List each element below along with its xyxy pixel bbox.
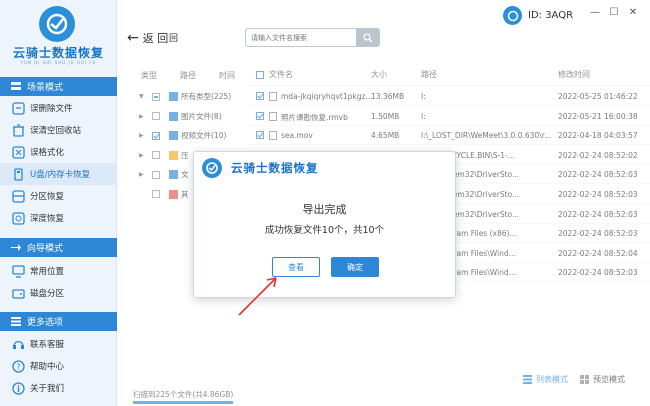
menu-icon xyxy=(10,317,21,326)
sidebar-item-label: 磁盘分区 xyxy=(30,289,65,299)
sidebar-item-label: 分区恢复 xyxy=(30,192,65,202)
app-name: 云骑士数据恢复 xyxy=(12,46,104,60)
monitor-icon xyxy=(11,264,25,278)
dialog-app-name: 云骑士数据恢复 xyxy=(231,161,319,175)
scene-mode-icon xyxy=(10,82,21,91)
sidebar-item-label: U盘/内存卡恢复 xyxy=(30,170,91,180)
app-name-pinyin: YUN QI SHI SHU JU HUI FU xyxy=(20,60,97,65)
dialog-title-bar: 云骑士数据恢复 xyxy=(194,152,455,185)
back-button[interactable]: ← 返 回 xyxy=(127,30,168,46)
usb-drive-icon xyxy=(11,167,25,181)
format-icon xyxy=(11,145,25,159)
sidebar-item-label: 常用位置 xyxy=(30,267,65,277)
sidebar: 云骑士数据恢复 YUN QI SHI SHU JU HUI FU 场景模式 误删… xyxy=(0,0,117,406)
deep-scan-icon xyxy=(11,211,25,225)
back-label: 返 回 xyxy=(142,32,169,45)
user-avatar-icon xyxy=(503,6,522,25)
top-bar: ← 返 回 回 ID: 3AQR — ☐ ✕ xyxy=(117,0,650,58)
app-logo: 云骑士数据恢复 YUN QI SHI SHU JU HUI FU xyxy=(0,0,117,68)
maximize-button[interactable]: ☐ xyxy=(607,7,621,18)
search-button[interactable] xyxy=(356,29,379,46)
sidebar-item-partition-recovery[interactable]: 分区恢复 xyxy=(0,185,117,207)
minimize-button[interactable]: — xyxy=(588,7,602,18)
sidebar-item-help-center[interactable]: ? 帮助中心 xyxy=(0,355,117,377)
sidebar-item-label: 误格式化 xyxy=(30,148,65,158)
dialog-detail: 成功恢复文件10个，共10个 xyxy=(264,225,385,236)
ok-button[interactable]: 确定 xyxy=(331,257,379,277)
deleted-file-icon xyxy=(11,101,25,115)
search-icon xyxy=(362,32,372,42)
sidebar-item-label: 误删除文件 xyxy=(30,104,73,114)
sidebar-item-label: 关于我们 xyxy=(30,384,65,394)
section-label: 更多选项 xyxy=(27,318,64,328)
export-complete-dialog: 云骑士数据恢复 导出完成 成功恢复文件10个，共10个 查看 确定 xyxy=(193,151,456,298)
sidebar-item-label: 联系客服 xyxy=(30,340,65,350)
sidebar-item-deep-recovery[interactable]: 深度恢复 xyxy=(0,207,117,229)
sidebar-item-common-locations[interactable]: 常用位置 xyxy=(0,260,117,282)
search-box xyxy=(245,28,380,47)
recycle-bin-icon xyxy=(11,123,25,137)
sidebar-item-disk-partition[interactable]: 磁盘分区 xyxy=(0,282,117,304)
sidebar-item-format[interactable]: 误格式化 xyxy=(0,141,117,163)
partition-icon xyxy=(11,189,25,203)
sidebar-item-label: 深度恢复 xyxy=(30,214,65,224)
info-icon xyxy=(11,381,25,395)
section-label: 场景模式 xyxy=(27,83,64,93)
user-id[interactable]: ID: 3AQR xyxy=(503,6,573,25)
svg-text:?: ? xyxy=(16,362,20,371)
section-scene-mode[interactable]: 场景模式 xyxy=(0,77,117,96)
sidebar-item-label: 帮助中心 xyxy=(30,362,65,372)
section-more-options[interactable]: 更多选项 xyxy=(0,312,117,331)
user-id-label: ID: 3AQR xyxy=(528,10,574,21)
sidebar-item-contact-support[interactable]: 联系客服 xyxy=(0,333,117,355)
sidebar-item-deleted-files[interactable]: 误删除文件 xyxy=(0,97,117,119)
sidebar-item-recycle-bin[interactable]: 误清空回收站 xyxy=(0,119,117,141)
return-button[interactable]: 回 xyxy=(169,31,178,44)
logo-icon xyxy=(39,6,75,42)
close-button[interactable]: ✕ xyxy=(626,7,640,18)
headset-icon xyxy=(11,337,25,351)
disk-icon xyxy=(11,286,25,300)
back-arrow-icon: ← xyxy=(127,30,139,46)
wizard-mode-icon xyxy=(10,243,21,252)
sidebar-item-label: 误清空回收站 xyxy=(30,126,82,136)
section-label: 向导模式 xyxy=(27,244,64,254)
section-wizard-mode[interactable]: 向导模式 xyxy=(0,238,117,257)
help-icon: ? xyxy=(11,359,25,373)
dialog-message: 导出完成 xyxy=(302,203,347,216)
sidebar-item-about-us[interactable]: 关于我们 xyxy=(0,377,117,399)
dialog-logo-icon xyxy=(202,158,222,178)
sidebar-item-usb-recovery[interactable]: U盘/内存卡恢复 xyxy=(0,163,117,185)
search-input[interactable] xyxy=(246,29,356,46)
annotation-arrow-icon xyxy=(238,277,277,316)
